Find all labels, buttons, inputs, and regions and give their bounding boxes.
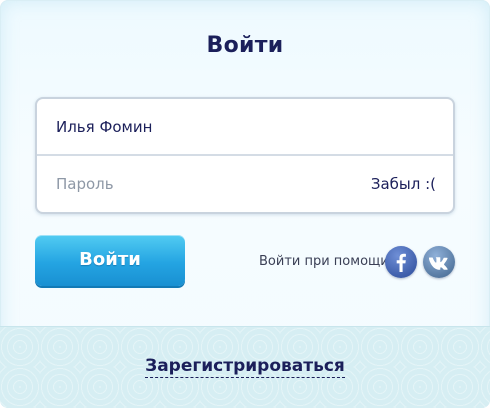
login-field[interactable]: Илья Фомин (37, 99, 453, 156)
facebook-login-button[interactable] (385, 246, 417, 278)
vk-icon (429, 257, 448, 270)
login-form: Илья Фомин Пароль Забыл :( (35, 97, 455, 214)
login-dialog: Войти Илья Фомин Пароль Забыл :( Войти В… (0, 0, 490, 408)
register-link[interactable]: Зарегистрироваться (0, 356, 490, 378)
social-login-label: Войти при помощи: (259, 254, 394, 269)
register-link-label[interactable]: Зарегистрироваться (145, 356, 345, 378)
login-button[interactable]: Войти (35, 235, 185, 286)
forgot-password-link[interactable]: Забыл :( (371, 156, 436, 212)
facebook-icon (396, 253, 406, 272)
dialog-title: Войти (206, 33, 284, 58)
vk-login-button[interactable] (423, 246, 455, 278)
